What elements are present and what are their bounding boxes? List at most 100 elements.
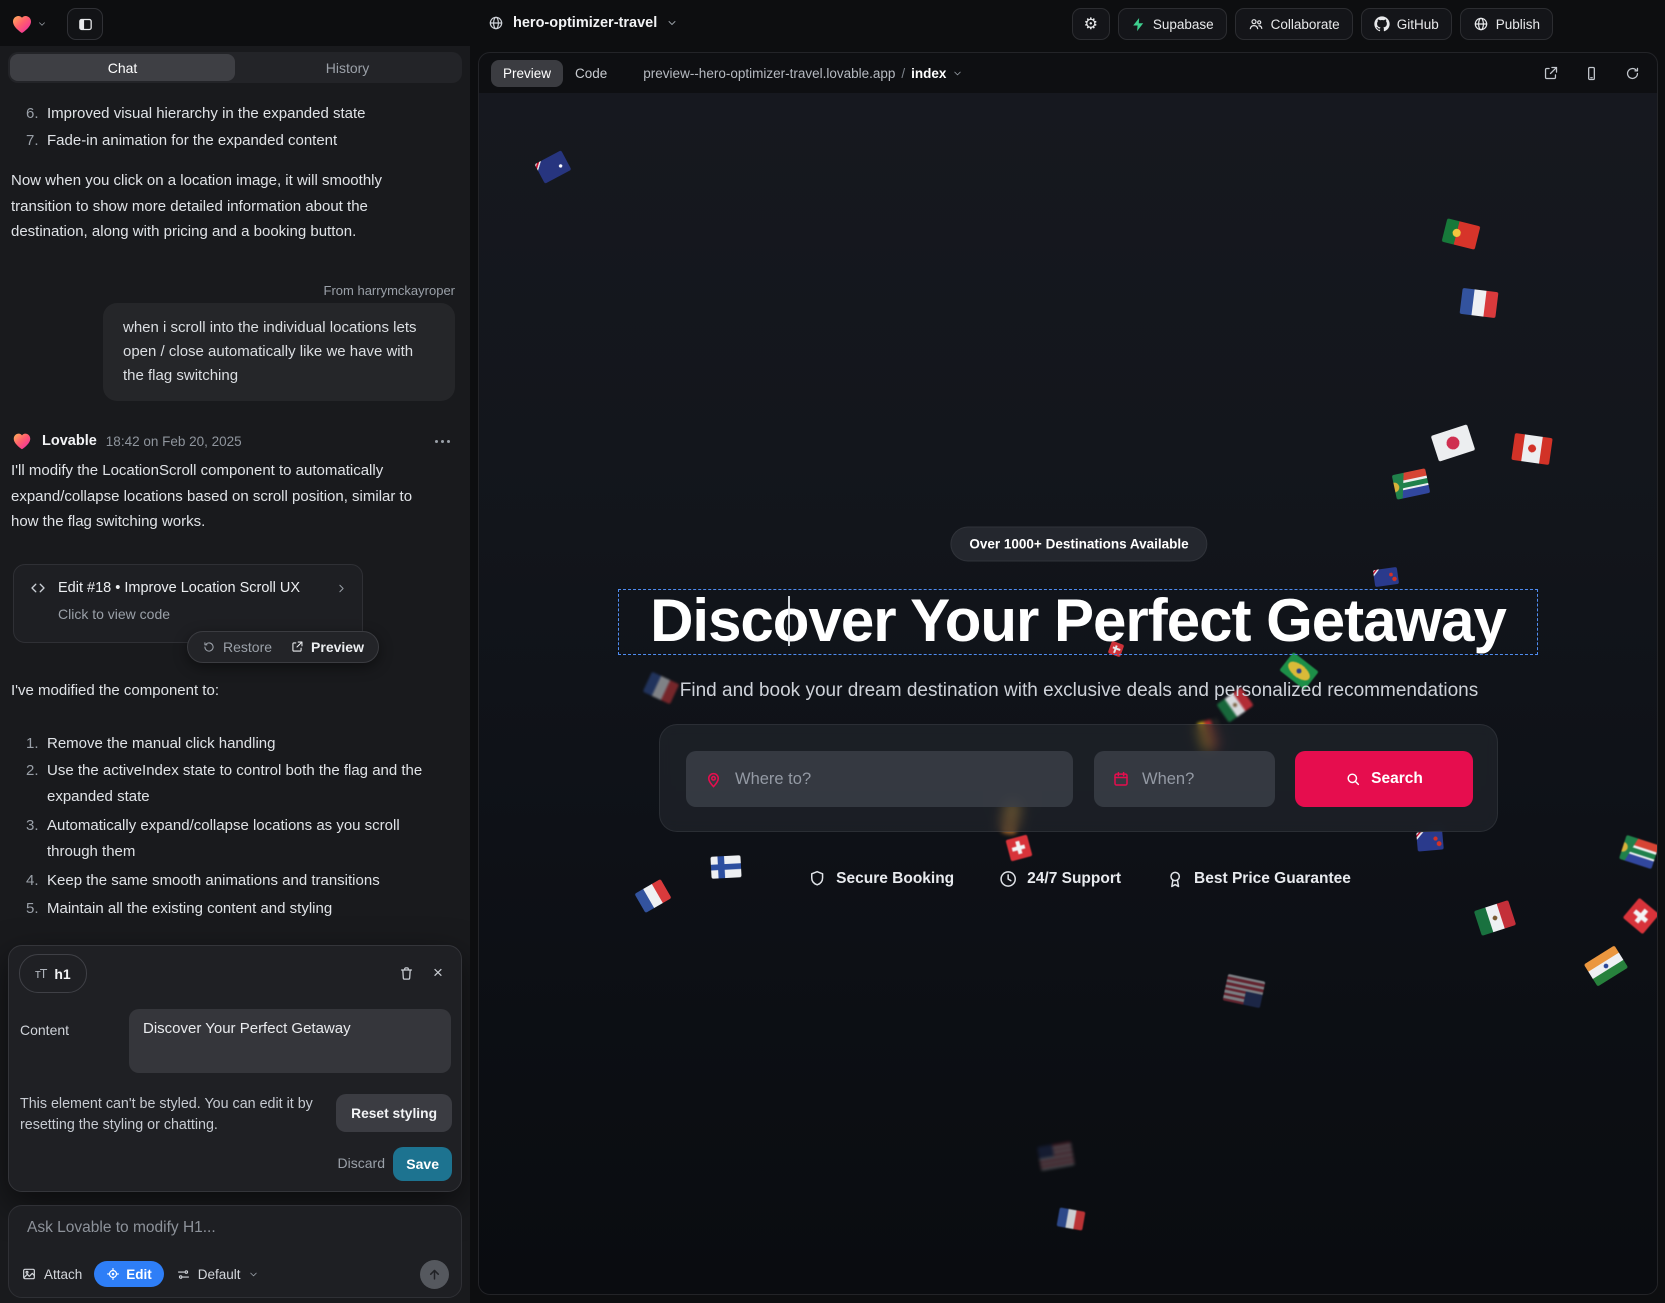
list-item: 3. Automatically expand/collapse locatio… <box>26 813 454 864</box>
chat-history-tabs: Chat History <box>8 52 462 83</box>
edit-card-subtitle: Click to view code <box>58 606 348 622</box>
message-menu-button[interactable] <box>435 440 450 443</box>
code-icon <box>29 579 47 597</box>
people-icon <box>1248 16 1264 32</box>
image-icon <box>21 1266 37 1282</box>
feature-best-price: Best Price Guarantee <box>1165 869 1351 889</box>
flag-usa-icon <box>1037 1141 1075 1171</box>
preview-url[interactable]: preview--hero-optimizer-travel.lovable.a… <box>643 66 963 81</box>
chevron-down-icon <box>666 17 678 29</box>
mobile-view-button[interactable] <box>1583 65 1600 82</box>
delete-element-button[interactable] <box>393 960 419 986</box>
styling-note: This element can't be styled. You can ed… <box>20 1094 336 1135</box>
close-icon: × <box>433 963 443 983</box>
globe-icon <box>1473 16 1489 32</box>
content-field[interactable]: Discover Your Perfect Getaway <box>129 1009 451 1073</box>
settings-button[interactable]: ⚙ <box>1072 8 1110 40</box>
attach-button[interactable]: Attach <box>21 1266 82 1282</box>
tab-code[interactable]: Code <box>563 60 619 87</box>
preview-button[interactable]: Preview <box>290 639 364 655</box>
github-button[interactable]: GitHub <box>1361 8 1452 40</box>
url-page: index <box>911 66 946 81</box>
message-author-label: From harrymckayroper <box>324 283 455 298</box>
flag-canada-icon <box>1511 433 1552 465</box>
list-item: 4. Keep the same smooth animations and t… <box>26 868 454 894</box>
chevron-down-icon <box>37 19 47 29</box>
flag-newzealand-icon <box>1416 830 1444 851</box>
message-timestamp: 18:42 on Feb 20, 2025 <box>106 434 242 449</box>
preview-viewport: Over 1000+ Destinations Available Discov… <box>479 93 1657 1294</box>
flag-australia-icon <box>535 150 572 184</box>
feature-support: 24/7 Support <box>998 869 1121 889</box>
where-to-input[interactable]: Where to? <box>686 751 1073 807</box>
user-message-bubble: when i scroll into the individual locati… <box>103 303 455 401</box>
flag-portugal-icon <box>1442 218 1481 250</box>
project-name: hero-optimizer-travel <box>513 15 657 31</box>
trash-icon <box>398 965 415 982</box>
refresh-button[interactable] <box>1624 65 1641 82</box>
chevron-down-icon <box>248 1269 259 1280</box>
globe-icon <box>488 15 504 31</box>
flag-india-icon <box>1584 945 1628 986</box>
arrow-up-icon <box>427 1267 442 1282</box>
supabase-icon <box>1131 17 1146 32</box>
flag-switzerland-icon <box>1006 835 1033 862</box>
flag-france-icon <box>643 672 679 705</box>
open-in-new-tab-button[interactable] <box>1542 65 1559 82</box>
when-input[interactable]: When? <box>1094 751 1275 807</box>
element-editor-panel: тT h1 × Content Discover Your Perfect Ge… <box>8 945 462 1192</box>
publish-button[interactable]: Publish <box>1460 8 1553 40</box>
project-selector[interactable]: hero-optimizer-travel <box>488 8 678 38</box>
save-button[interactable]: Save <box>393 1147 452 1181</box>
discard-button[interactable]: Discard <box>338 1155 385 1171</box>
collaborate-button[interactable]: Collaborate <box>1235 8 1353 40</box>
assistant-name: Lovable <box>42 433 97 449</box>
edit-mode-button[interactable]: Edit <box>94 1261 164 1287</box>
flag-japan-icon <box>1431 424 1475 461</box>
assistant-paragraph: Now when you click on a location image, … <box>11 168 426 245</box>
chat-input[interactable] <box>25 1218 439 1238</box>
search-button[interactable]: Search <box>1295 751 1473 807</box>
mode-selector[interactable]: Default <box>176 1267 259 1282</box>
flag-switzerland-icon <box>1623 898 1657 935</box>
chat-input-panel: Attach Edit Default <box>8 1205 462 1298</box>
supabase-button[interactable]: Supabase <box>1118 8 1227 40</box>
preview-header: Preview Code preview--hero-optimizer-tra… <box>479 53 1657 94</box>
lovable-logo-menu[interactable] <box>10 12 47 36</box>
github-icon <box>1374 16 1390 32</box>
top-bar: hero-optimizer-travel ⚙ Supabase Collabo… <box>0 0 1665 46</box>
hero-title[interactable]: Discover Your Perfect Getaway <box>619 590 1537 652</box>
list-item: 1. Remove the manual click handling <box>26 731 454 757</box>
flag-southafrica-icon <box>1392 468 1430 500</box>
flag-france-icon <box>1460 288 1499 318</box>
sliders-icon <box>176 1267 191 1282</box>
flag-southafrica-icon <box>1619 835 1657 869</box>
flag-newzealand-icon <box>1373 567 1399 587</box>
text-type-icon: тT <box>35 967 46 981</box>
close-panel-button[interactable]: × <box>425 960 451 986</box>
list-item: 6. Improved visual hierarchy in the expa… <box>26 101 366 127</box>
chevron-right-icon <box>335 582 348 595</box>
tab-preview[interactable]: Preview <box>491 60 563 87</box>
feature-secure-booking: Secure Booking <box>807 869 954 889</box>
search-card: Where to? When? Search <box>659 724 1498 832</box>
lovable-heart-icon <box>10 12 34 36</box>
restore-icon <box>202 640 216 654</box>
send-button[interactable] <box>420 1260 449 1289</box>
reset-styling-button[interactable]: Reset styling <box>336 1094 452 1132</box>
clipped-list-item: Added hover states and animations <box>11 82 451 92</box>
feature-list: Secure Booking 24/7 Support Best Price G… <box>807 869 1351 889</box>
content-field-label: Content <box>20 1022 69 1038</box>
selected-element-tag: тT h1 <box>19 954 87 993</box>
sidebar-toggle-button[interactable] <box>67 8 103 40</box>
external-link-icon <box>1542 65 1559 82</box>
restore-button[interactable]: Restore <box>202 639 272 655</box>
target-icon <box>106 1267 120 1281</box>
flag-finland-icon <box>710 855 741 879</box>
restore-preview-pill: Restore Preview <box>187 631 379 663</box>
tab-chat[interactable]: Chat <box>10 54 235 81</box>
medal-icon <box>1165 869 1185 889</box>
flag-france-icon <box>635 879 672 913</box>
refresh-icon <box>1624 65 1641 82</box>
tab-history[interactable]: History <box>235 54 460 81</box>
